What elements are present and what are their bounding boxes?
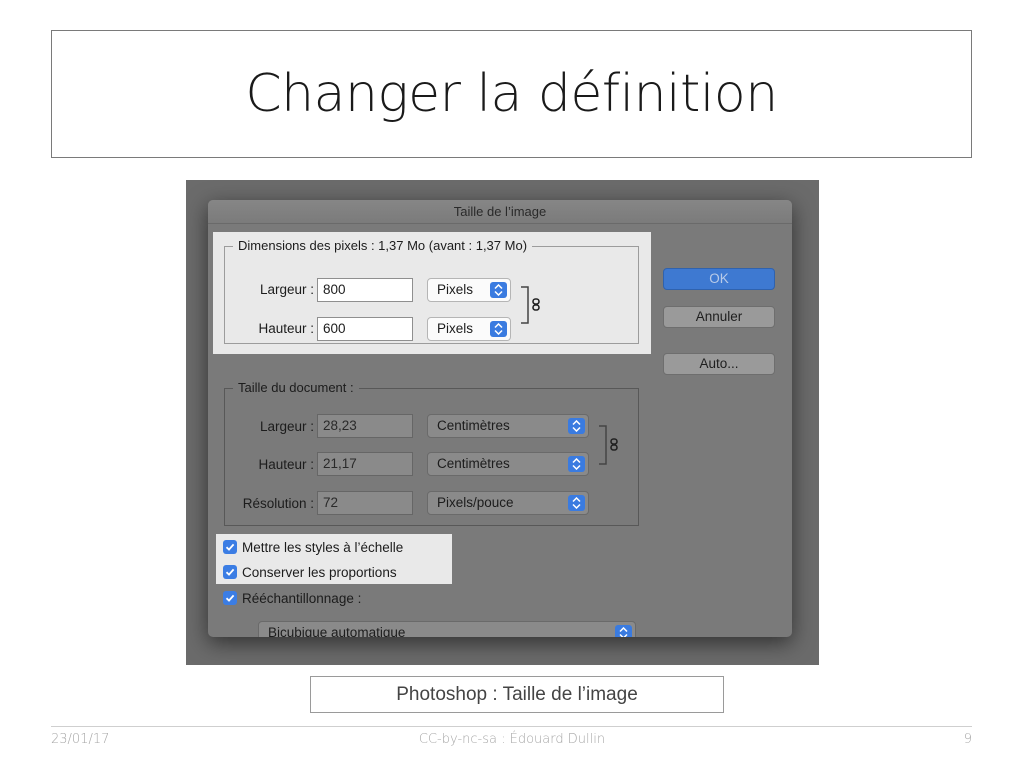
doc-width-input[interactable]: 28,23 [317,414,413,438]
doc-resolution-input[interactable]: 72 [317,491,413,515]
resample-checkbox[interactable]: Rééchantillonnage : [223,588,361,608]
constrain-proportions-checkbox[interactable]: Conserver les proportions [223,562,397,582]
select-stepper-icon [615,625,632,637]
pixel-height-unit-select[interactable]: Pixels [427,317,511,341]
doc-height-label: Hauteur : [258,457,314,472]
document-size-title: Taille du document : [233,380,359,395]
doc-width-unit-value: Centimètres [437,418,510,433]
footer-page-number: 9 [963,732,972,747]
doc-link-chain-icon [599,425,618,465]
cancel-button[interactable]: Annuler [663,306,775,328]
select-stepper-icon [568,456,585,472]
pixel-width-label: Largeur : [259,282,314,297]
dialog-titlebar: Taille de l’image [208,200,792,224]
pixel-height-unit-value: Pixels [437,321,474,336]
auto-button[interactable]: Auto... [663,353,775,375]
checkbox-checked-icon [223,540,237,554]
pixel-link-chain-icon [521,286,540,324]
doc-resolution-unit-select[interactable]: Pixels/pouce [427,491,589,515]
constrain-proportions-label: Conserver les proportions [242,564,397,580]
image-caption: Photoshop : Taille de l’image [310,676,724,713]
pixel-height-input[interactable]: 600 [317,317,413,341]
image-size-dialog: Taille de l’image Dimensions des pixels … [208,200,792,637]
doc-height-unit-value: Centimètres [437,456,510,471]
doc-resolution-unit-value: Pixels/pouce [437,495,514,510]
select-stepper-icon [490,321,507,337]
resample-method-value: Bicubique automatique [268,625,406,637]
footer-divider [51,726,972,727]
scale-styles-checkbox[interactable]: Mettre les styles à l’échelle [223,537,403,557]
doc-height-input[interactable]: 21,17 [317,452,413,476]
checkbox-checked-icon [223,565,237,579]
scale-styles-label: Mettre les styles à l’échelle [242,539,404,555]
resample-label: Rééchantillonnage : [242,590,362,606]
ok-button[interactable]: OK [663,268,775,290]
checkbox-checked-icon [223,591,237,605]
pixel-height-label: Hauteur : [258,321,314,336]
slide-title-box: Changer la définition [51,30,972,158]
screenshot-frame: Taille de l’image Dimensions des pixels … [186,180,819,665]
doc-resolution-label: Résolution : [242,496,314,511]
select-stepper-icon [568,418,585,434]
doc-height-unit-select[interactable]: Centimètres [427,452,589,476]
slide-title: Changer la définition [245,64,778,124]
pixel-width-input[interactable]: 800 [317,278,413,302]
doc-width-unit-select[interactable]: Centimètres [427,414,589,438]
select-stepper-icon [568,495,585,511]
resample-method-select[interactable]: Bicubique automatique [258,621,636,637]
pixel-dimensions-title: Dimensions des pixels : 1,37 Mo (avant :… [233,238,533,253]
pixel-width-unit-select[interactable]: Pixels [427,278,511,302]
select-stepper-icon [490,282,507,298]
footer-license: CC-by-nc-sa : Édouard Dullin [418,732,606,747]
pixel-width-unit-value: Pixels [437,282,474,297]
doc-width-label: Largeur : [259,419,314,434]
